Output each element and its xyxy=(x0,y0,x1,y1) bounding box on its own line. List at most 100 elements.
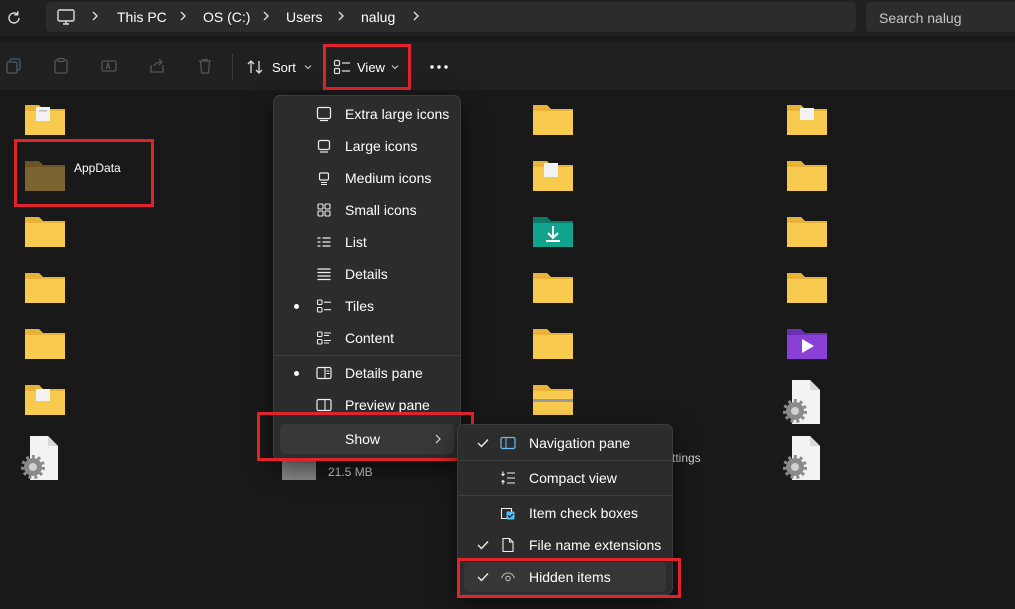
folder-icon[interactable] xyxy=(786,101,828,135)
more-options-icon[interactable] xyxy=(429,64,449,70)
breadcrumb-users[interactable]: Users xyxy=(286,9,323,25)
menu-item-label: Small icons xyxy=(345,202,417,218)
checkmark-icon xyxy=(476,539,490,551)
menu-item-tiles[interactable]: Tiles xyxy=(280,291,454,321)
menu-item-label: Details xyxy=(345,266,388,282)
toolbar-divider xyxy=(232,54,233,80)
menu-divider xyxy=(458,495,672,496)
menu-item-list[interactable]: List xyxy=(280,227,454,257)
menu-item-label: Extra large icons xyxy=(345,106,450,122)
chevron-down-icon xyxy=(304,64,312,70)
appdata-highlight-box xyxy=(14,139,154,207)
folder-icon[interactable] xyxy=(786,157,828,191)
selected-bullet xyxy=(294,304,299,309)
monitor-icon xyxy=(316,106,332,122)
folder-icon[interactable] xyxy=(24,101,66,135)
folder-icon[interactable] xyxy=(24,269,66,303)
breadcrumb-os-c[interactable]: OS (C:) xyxy=(203,9,250,25)
chevron-right-icon[interactable] xyxy=(178,10,188,22)
menu-item-label: Compact view xyxy=(529,470,617,486)
view-menu: Extra large icons Large icons Medium ico… xyxy=(273,95,461,461)
small-icons-icon xyxy=(316,202,332,218)
medium-icons-icon xyxy=(316,170,332,186)
menu-item-label: Navigation pane xyxy=(529,435,631,451)
chevron-right-icon[interactable] xyxy=(411,10,421,22)
share-icon[interactable] xyxy=(148,57,166,75)
rename-icon[interactable] xyxy=(100,57,118,75)
menu-item-label: Item check boxes xyxy=(529,505,638,521)
list-icon xyxy=(316,234,332,250)
menu-item-small-icons[interactable]: Small icons xyxy=(280,195,454,225)
chevron-right-icon[interactable] xyxy=(336,10,346,22)
settings-file-icon[interactable] xyxy=(782,379,824,425)
menu-item-label: File name extensions xyxy=(529,537,662,553)
size-label: 21.5 MB xyxy=(328,465,373,479)
menu-item-file-name-extensions[interactable]: File name extensions xyxy=(464,530,666,560)
large-icons-icon xyxy=(316,138,332,154)
menu-item-content[interactable]: Content xyxy=(280,323,454,353)
menu-item-label: List xyxy=(345,234,367,250)
folder-icon[interactable] xyxy=(786,213,828,247)
menu-item-label: Details pane xyxy=(345,365,423,381)
menu-item-label: Large icons xyxy=(345,138,418,154)
chevron-right-icon[interactable] xyxy=(90,10,100,22)
zip-folder-icon[interactable] xyxy=(532,381,574,415)
menu-item-large-icons[interactable]: Large icons xyxy=(280,131,454,161)
address-bar[interactable] xyxy=(46,2,856,32)
menu-item-medium-icons[interactable]: Medium icons xyxy=(280,163,454,193)
menu-divider xyxy=(458,460,672,461)
menu-item-compact-view[interactable]: Compact view xyxy=(464,463,666,493)
folder-icon[interactable] xyxy=(532,325,574,359)
folder-icon[interactable] xyxy=(532,101,574,135)
folder-icon[interactable] xyxy=(24,381,66,415)
navigation-pane-icon xyxy=(500,435,516,451)
sort-icon xyxy=(246,58,264,76)
checkbox-icon xyxy=(500,505,516,521)
tiles-icon xyxy=(316,298,332,314)
folder-icon[interactable] xyxy=(532,157,574,191)
settings-file-icon[interactable] xyxy=(20,435,62,481)
videos-folder-icon[interactable] xyxy=(786,325,828,359)
details-pane-icon xyxy=(316,365,332,381)
sort-label: Sort xyxy=(272,59,296,75)
menu-divider xyxy=(274,355,460,356)
menu-item-details-pane[interactable]: Details pane xyxy=(280,358,454,388)
folder-icon[interactable] xyxy=(532,269,574,303)
checkmark-icon xyxy=(476,437,490,449)
chevron-right-icon[interactable] xyxy=(261,10,271,22)
menu-item-label: Preview pane xyxy=(345,397,430,413)
content-icon xyxy=(316,330,332,346)
menu-item-label: Tiles xyxy=(345,298,375,314)
folder-icon[interactable] xyxy=(24,213,66,247)
search-input[interactable]: Search nalug xyxy=(866,2,1015,32)
sort-button[interactable]: Sort xyxy=(246,56,312,78)
drive-icon[interactable] xyxy=(282,458,316,480)
computer-icon[interactable] xyxy=(56,8,76,26)
file-icon xyxy=(500,537,516,553)
menu-item-label: Content xyxy=(345,330,395,346)
menu-item-details[interactable]: Details xyxy=(280,259,454,289)
paste-icon[interactable] xyxy=(52,57,70,75)
details-icon xyxy=(316,266,332,282)
search-placeholder: Search nalug xyxy=(879,10,962,26)
selected-bullet xyxy=(294,371,299,376)
menu-item-navigation-pane[interactable]: Navigation pane xyxy=(464,428,666,458)
folder-icon[interactable] xyxy=(786,269,828,303)
hidden-items-highlight-box xyxy=(457,558,681,598)
menu-item-extra-large-icons[interactable]: Extra large icons xyxy=(280,99,454,129)
compact-view-icon xyxy=(500,470,516,486)
downloads-folder-icon[interactable] xyxy=(532,213,574,247)
settings-file-icon[interactable] xyxy=(782,435,824,481)
refresh-icon[interactable] xyxy=(4,8,24,28)
delete-icon[interactable] xyxy=(196,57,214,75)
breadcrumb-nalug[interactable]: nalug xyxy=(361,9,395,25)
view-highlight-box xyxy=(323,44,411,90)
breadcrumb-this-pc[interactable]: This PC xyxy=(117,9,167,25)
copy-icon[interactable] xyxy=(5,57,23,75)
preview-pane-icon xyxy=(316,397,332,413)
menu-item-item-check-boxes[interactable]: Item check boxes xyxy=(464,498,666,528)
show-highlight-box xyxy=(257,412,474,461)
menu-item-label: Medium icons xyxy=(345,170,432,186)
folder-icon[interactable] xyxy=(24,325,66,359)
partial-file-label: ttings xyxy=(672,451,701,465)
